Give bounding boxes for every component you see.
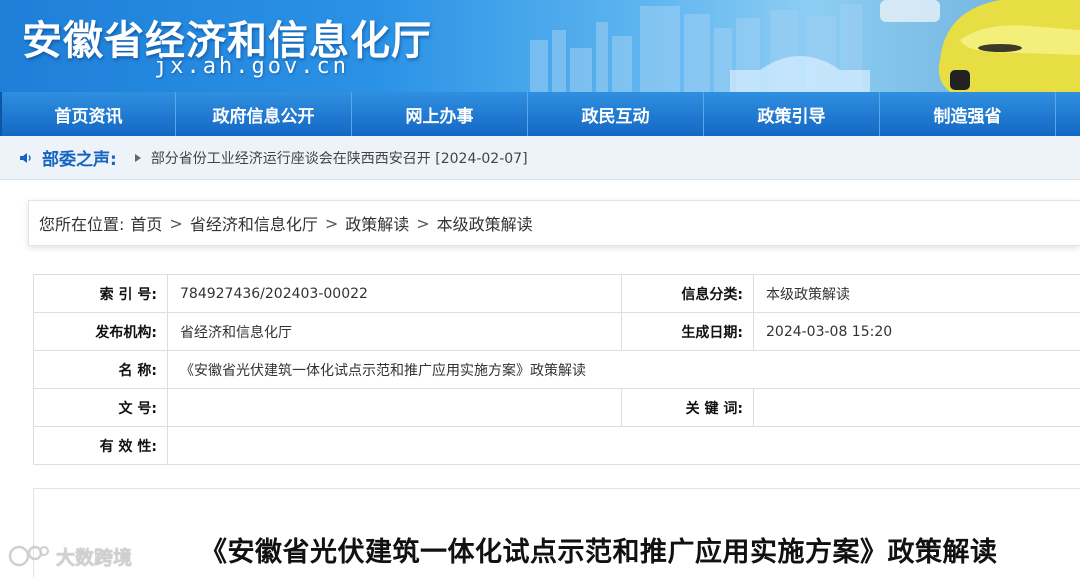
keywords-value [753, 388, 1080, 427]
category-label: 信息分类: [621, 274, 754, 313]
breadcrumb-separator: > [169, 213, 183, 233]
document-number-label: 文 号: [33, 388, 168, 427]
breadcrumb-separator: > [416, 213, 430, 233]
document-info-table: 索 引 号: 784927436/202403-00022 信息分类: 本级政策… [33, 274, 1080, 465]
table-row: 文 号: 关 键 词: [33, 388, 1080, 427]
date-label: 生成日期: [621, 312, 754, 351]
watermark-text: 大数跨境 [56, 546, 133, 569]
index-number-value: 784927436/202403-00022 [167, 274, 622, 313]
name-label: 名 称: [33, 350, 168, 389]
nav-item-manufacturing[interactable]: 制造强省 [880, 92, 1056, 136]
index-number-label: 索 引 号: [33, 274, 168, 313]
date-value: 2024-03-08 15:20 [753, 312, 1080, 351]
table-row: 索 引 号: 784927436/202403-00022 信息分类: 本级政策… [33, 274, 1080, 313]
validity-label: 有 效 性: [33, 426, 168, 465]
site-banner: 安徽省经济和信息化厅 jx.ah.gov.cn [0, 0, 1080, 92]
document-number-value [167, 388, 622, 427]
nav-item-home-news[interactable]: 首页资讯 [0, 92, 176, 136]
breadcrumb-item-home[interactable]: 首页 [130, 211, 162, 235]
watermark: 大数跨境 [8, 541, 132, 571]
nav-item-online-services[interactable]: 网上办事 [352, 92, 528, 136]
name-value: 《安徽省光伏建筑一体化试点示范和推广应用实施方案》政策解读 [167, 350, 1080, 389]
breadcrumb-item-department[interactable]: 省经济和信息化厅 [190, 211, 318, 235]
validity-value [167, 426, 1080, 465]
arrow-right-icon [134, 153, 141, 162]
notice-label: 部委之声: [42, 150, 117, 170]
table-row: 发布机构: 省经济和信息化厅 生成日期: 2024-03-08 15:20 [33, 312, 1080, 351]
breadcrumb-separator: > [324, 213, 339, 233]
breadcrumb-item-local-policy-interpretation[interactable]: 本级政策解读 [437, 211, 533, 235]
nav-item-policy-guidance[interactable]: 政策引导 [704, 92, 880, 136]
speaker-icon [20, 152, 31, 163]
nav-item-interaction[interactable]: 政民互动 [528, 92, 704, 136]
publisher-label: 发布机构: [33, 312, 168, 351]
table-row: 有 效 性: [33, 426, 1080, 465]
logo-mark-icon [8, 545, 49, 567]
notice-link[interactable]: 部分省份工业经济运行座谈会在陕西西安召开 [2024-02-07] [151, 148, 528, 168]
table-row: 名 称: 《安徽省光伏建筑一体化试点示范和推广应用实施方案》政策解读 [33, 350, 1080, 389]
breadcrumb-item-policy-interpretation[interactable]: 政策解读 [345, 211, 409, 235]
keywords-label: 关 键 词: [621, 388, 754, 427]
publisher-value: 省经济和信息化厅 [167, 312, 622, 351]
article-title: 《安徽省光伏建筑一体化试点示范和推广应用实施方案》政策解读 [200, 537, 998, 568]
main-nav: 首页资讯 政府信息公开 网上办事 政民互动 政策引导 制造强省 [0, 92, 1080, 136]
breadcrumb-prefix: 您所在位置: [39, 215, 125, 234]
notice-bar: 部委之声: 部分省份工业经济运行座谈会在陕西西安召开 [2024-02-07] [0, 136, 1080, 180]
site-domain: jx.ah.gov.cn [154, 54, 349, 79]
nav-item-gov-info-disclosure[interactable]: 政府信息公开 [176, 92, 352, 136]
breadcrumb: 您所在位置: 首页 > 省经济和信息化厅 > 政策解读 > 本级政策解读 [28, 200, 1080, 246]
category-value: 本级政策解读 [753, 274, 1080, 313]
